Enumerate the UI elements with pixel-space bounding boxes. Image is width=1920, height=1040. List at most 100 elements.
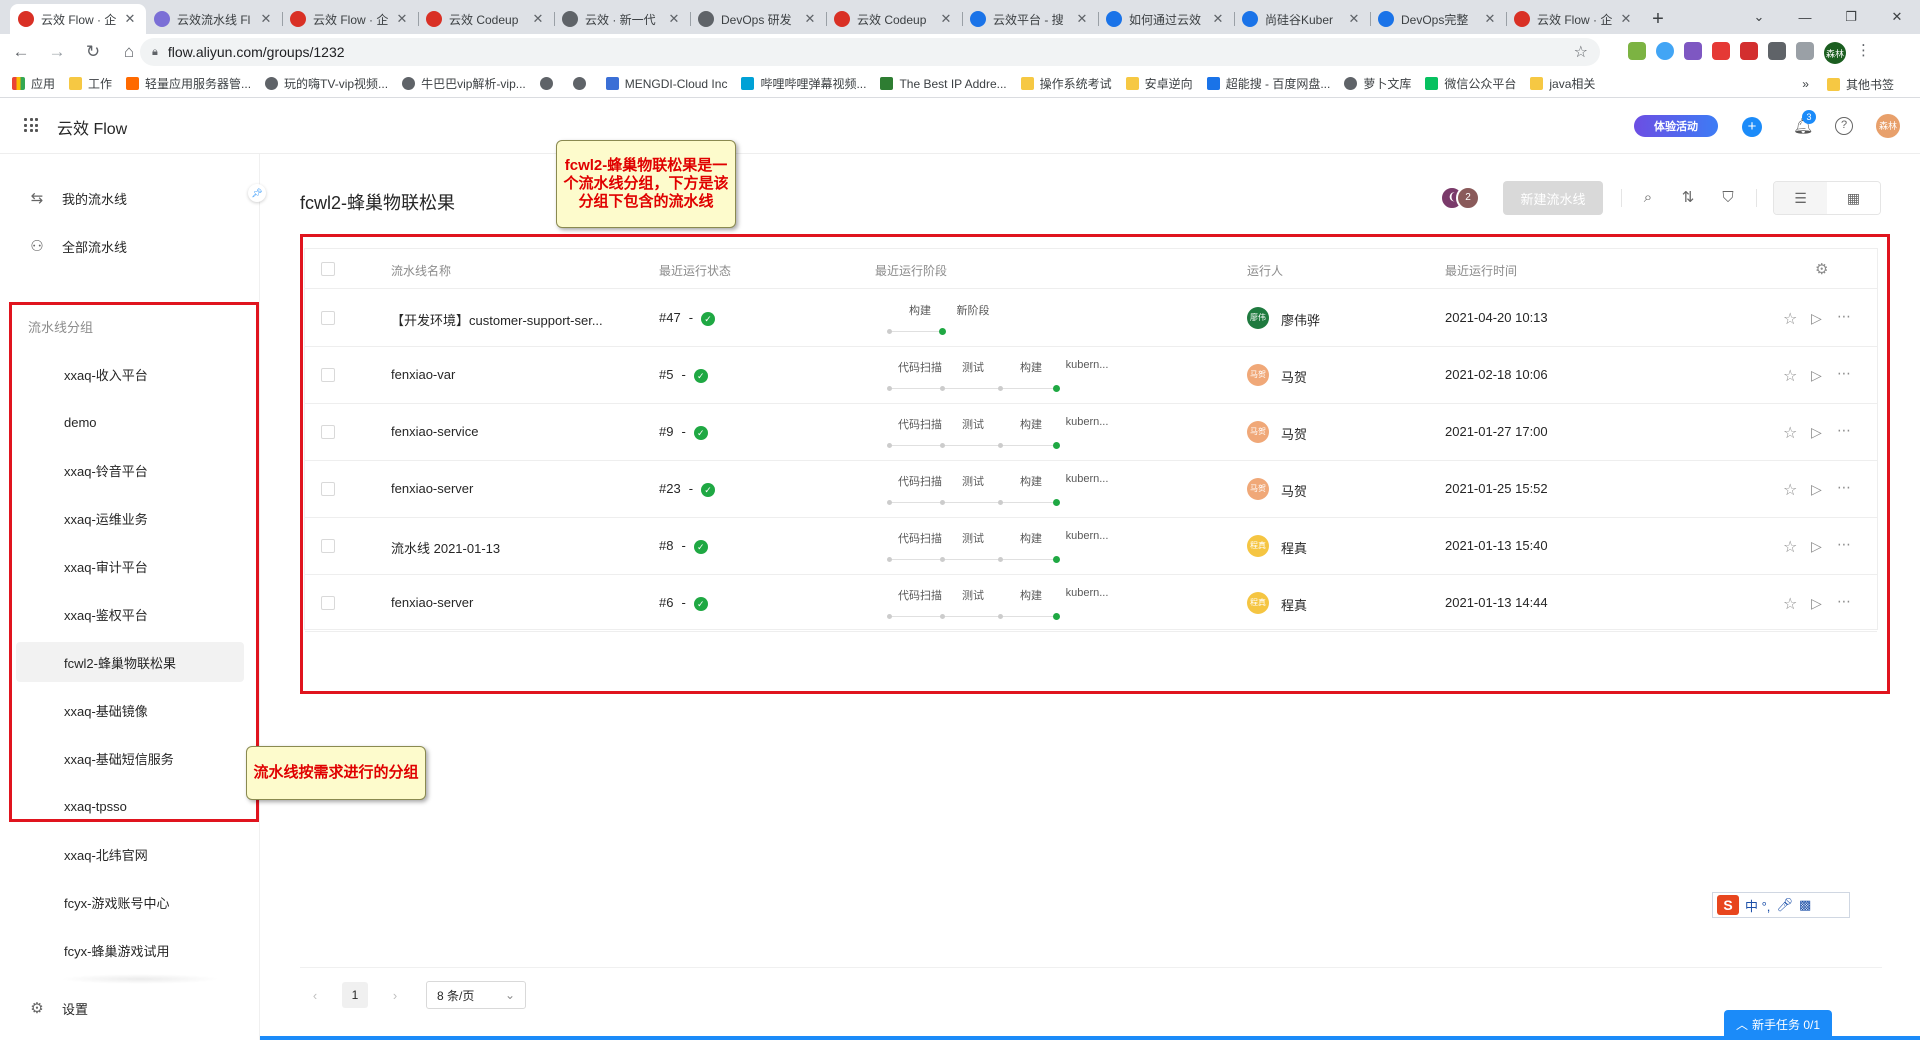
- run-play-icon[interactable]: ▷: [1811, 595, 1822, 612]
- sidebar-group-item[interactable]: xxaq-基础短信服务: [16, 738, 244, 778]
- app-brand[interactable]: 云效 Flow: [57, 115, 127, 139]
- close-tab-icon[interactable]: ✕: [394, 11, 410, 27]
- browser-tab[interactable]: 尚硅谷Kuber ✕: [1234, 4, 1370, 34]
- extension-icon[interactable]: [1740, 42, 1758, 60]
- run-play-icon[interactable]: ▷: [1811, 538, 1822, 555]
- close-tab-icon[interactable]: ✕: [938, 11, 954, 27]
- table-row[interactable]: 【开发环境】customer-support-ser... #47- ✓ 构建 新阶段廖…: [305, 290, 1877, 347]
- sort-icon[interactable]: ⇅: [1678, 188, 1698, 208]
- list-view-icon[interactable]: ☰: [1774, 182, 1827, 214]
- table-row[interactable]: fenxiao-server #23- ✓ 代码扫描 测试 构建 kubern... 马贺 马贺…: [305, 461, 1877, 518]
- reload-button[interactable]: ↻: [78, 37, 108, 67]
- sidebar-item-all-pipelines[interactable]: ⚇ 全部流水线: [0, 222, 260, 270]
- browser-tab[interactable]: 云效 Codeup ✕: [418, 4, 554, 34]
- bookmarks-more-button[interactable]: »: [1802, 77, 1809, 91]
- browser-tab[interactable]: 云效 Flow · 企 ✕: [1506, 4, 1642, 34]
- forward-button[interactable]: →: [42, 37, 72, 67]
- sidebar-item-settings[interactable]: ⚙ 设置: [0, 984, 260, 1032]
- more-actions-icon[interactable]: ⋯: [1837, 536, 1851, 553]
- filter-icon[interactable]: ⛉: [1718, 188, 1738, 208]
- sidebar-group-item[interactable]: demo: [16, 402, 244, 442]
- sidebar-group-item[interactable]: xxaq-铃音平台: [16, 450, 244, 490]
- browser-tab[interactable]: DevOps 研发 ✕: [690, 4, 826, 34]
- close-tab-icon[interactable]: ✕: [1210, 11, 1226, 27]
- browser-tab[interactable]: 云效流水线 Fl ✕: [146, 4, 282, 34]
- star-icon[interactable]: ☆: [1783, 480, 1797, 500]
- prev-page-icon[interactable]: ‹: [300, 988, 330, 1003]
- extension-icon[interactable]: [1712, 42, 1730, 60]
- bookmark-item[interactable]: 应用: [12, 75, 55, 92]
- puzzle-icon[interactable]: [1768, 42, 1786, 60]
- run-play-icon[interactable]: ▷: [1811, 310, 1822, 327]
- bookmark-item[interactable]: [572, 77, 592, 90]
- reading-list-icon[interactable]: [1796, 42, 1814, 60]
- close-tab-icon[interactable]: ✕: [258, 11, 274, 27]
- close-tab-icon[interactable]: ✕: [1346, 11, 1362, 27]
- more-actions-icon[interactable]: ⋯: [1837, 593, 1851, 610]
- sidebar-group-item[interactable]: xxaq-鉴权平台: [16, 594, 244, 634]
- create-plus-icon[interactable]: +: [1742, 117, 1762, 137]
- bookmark-item[interactable]: 微信公众平台: [1425, 75, 1516, 92]
- sidebar-group-item[interactable]: fcyx-蜂巢游戏试用: [16, 930, 244, 970]
- sidebar-group-item[interactable]: xxaq-tpsso: [16, 786, 244, 826]
- sidebar-group-item[interactable]: xxaq-北纬官网: [16, 834, 244, 874]
- browser-tab[interactable]: 云效 Flow · 企 ✕: [10, 4, 146, 34]
- tab-search-icon[interactable]: ⌄: [1736, 0, 1782, 34]
- bookmark-item[interactable]: 工作: [69, 75, 112, 92]
- bookmark-item[interactable]: 操作系统考试: [1020, 75, 1112, 92]
- run-play-icon[interactable]: ▷: [1811, 367, 1822, 384]
- sidebar-group-item[interactable]: fcyx-游戏账号中心: [16, 882, 244, 922]
- extension-icon[interactable]: [1628, 42, 1646, 60]
- trial-activity-button[interactable]: 体验活动: [1634, 115, 1718, 137]
- search-icon[interactable]: ⌕: [1638, 188, 1658, 208]
- run-play-icon[interactable]: ▷: [1811, 424, 1822, 441]
- new-tab-button[interactable]: +: [1642, 4, 1674, 34]
- current-page[interactable]: 1: [342, 982, 368, 1008]
- sidebar-group-item[interactable]: fcwl2-蜂巢物联松果: [16, 642, 244, 682]
- close-tab-icon[interactable]: ✕: [666, 11, 682, 27]
- newbie-task-button[interactable]: ︿ 新手任务 0/1: [1724, 1010, 1832, 1038]
- table-row[interactable]: fenxiao-server #6- ✓ 代码扫描 测试 构建 kubern... 程真 程真 2…: [305, 575, 1877, 632]
- bookmark-item[interactable]: 玩的嗨TV-vip视频...: [265, 75, 388, 92]
- table-row[interactable]: fenxiao-service #9- ✓ 代码扫描 测试 构建 kubern... 马贺 马贺…: [305, 404, 1877, 461]
- bookmark-item[interactable]: 安卓逆向: [1125, 75, 1193, 92]
- close-tab-icon[interactable]: ✕: [802, 11, 818, 27]
- next-page-icon[interactable]: ›: [380, 988, 410, 1003]
- close-tab-icon[interactable]: ✕: [1618, 11, 1634, 27]
- sidebar-group-item[interactable]: xxaq-审计平台: [16, 546, 244, 586]
- star-icon[interactable]: ☆: [1783, 537, 1797, 557]
- close-tab-icon[interactable]: ✕: [530, 11, 546, 27]
- run-play-icon[interactable]: ▷: [1811, 481, 1822, 498]
- restore-button[interactable]: ❐: [1828, 0, 1874, 34]
- browser-tab[interactable]: 如何通过云效 ✕: [1098, 4, 1234, 34]
- minimize-button[interactable]: —: [1782, 0, 1828, 34]
- bookmark-item[interactable]: 萝卜文库: [1344, 75, 1411, 92]
- browser-tab[interactable]: 云效 Flow · 企 ✕: [282, 4, 418, 34]
- ime-toolbar[interactable]: S 中 °, 🎤︎ ▩: [1712, 892, 1850, 918]
- extension-icon[interactable]: [1656, 42, 1674, 60]
- close-tab-icon[interactable]: ✕: [122, 11, 138, 27]
- extension-icon[interactable]: [1684, 42, 1702, 60]
- more-actions-icon[interactable]: ⋯: [1837, 479, 1851, 496]
- bookmark-item[interactable]: [539, 77, 559, 90]
- star-icon[interactable]: ☆: [1783, 594, 1797, 614]
- other-bookmarks[interactable]: 其他书签: [1826, 76, 1894, 93]
- column-settings-icon[interactable]: ⚙: [1815, 260, 1828, 278]
- help-icon[interactable]: ?: [1835, 117, 1853, 135]
- card-view-icon[interactable]: ▦: [1827, 182, 1880, 214]
- pin-sidebar-icon[interactable]: 📌︎: [248, 184, 266, 202]
- group-members[interactable]: ❨ 2: [1440, 186, 1480, 210]
- bookmark-item[interactable]: 牛巴巴vip解析-vip...: [402, 75, 526, 92]
- select-all-checkbox[interactable]: [321, 262, 335, 276]
- star-icon[interactable]: ☆: [1783, 366, 1797, 386]
- bookmark-item[interactable]: 轻量应用服务器管...: [126, 75, 251, 92]
- bookmark-item[interactable]: java相关: [1530, 75, 1595, 92]
- star-icon[interactable]: ☆: [1783, 309, 1797, 329]
- table-row[interactable]: fenxiao-var #5- ✓ 代码扫描 测试 构建 kubern... 马贺 马贺 2021…: [305, 347, 1877, 404]
- page-size-select[interactable]: 8 条/页 ⌄: [426, 981, 526, 1009]
- close-tab-icon[interactable]: ✕: [1482, 11, 1498, 27]
- browser-tab[interactable]: 云效平台 - 搜 ✕: [962, 4, 1098, 34]
- browser-tab[interactable]: DevOps完整 ✕: [1370, 4, 1506, 34]
- star-icon[interactable]: ☆: [1783, 423, 1797, 443]
- bookmark-item[interactable]: 超能搜 - 百度网盘...: [1206, 75, 1330, 92]
